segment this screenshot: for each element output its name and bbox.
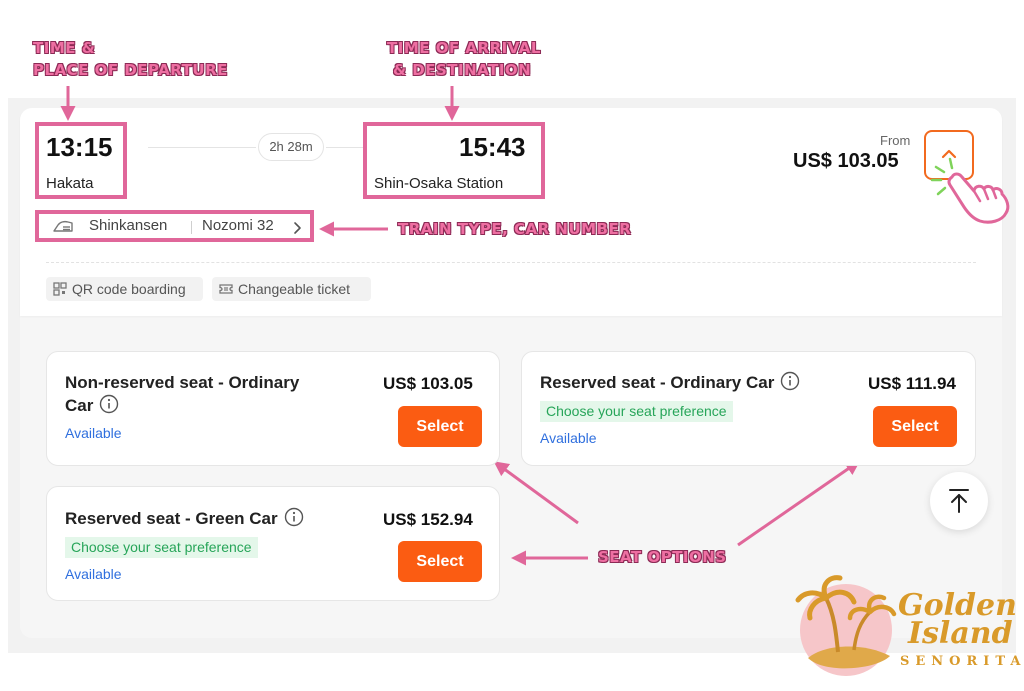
from-label: From xyxy=(880,133,911,148)
train-name[interactable]: Nozomi 32 xyxy=(202,217,274,234)
seat-card-reserved-green: Reserved seat - Green Car Choose your se… xyxy=(46,486,500,601)
golden-island-logo: Golden Island SENORITA xyxy=(790,570,1020,685)
seat-title-line2-text: Car xyxy=(65,396,94,415)
arrow-seat-1 xyxy=(493,461,579,525)
availability-status: Available xyxy=(65,566,122,582)
departure-time: 13:15 xyxy=(46,132,113,162)
seat-title: Non-reserved seat - Ordinary Car xyxy=(65,371,299,417)
select-button[interactable]: Select xyxy=(398,541,482,582)
train-info-divider xyxy=(191,221,192,234)
tag-changeable-ticket: Changeable ticket xyxy=(212,277,371,301)
seat-price: US$ 152.94 xyxy=(383,510,473,529)
info-icon[interactable] xyxy=(99,394,119,414)
tag-ticket-label: Changeable ticket xyxy=(238,281,351,297)
arrival-station: Shin-Osaka Station xyxy=(374,175,504,192)
seat-title-text: Reserved seat - Ordinary Car xyxy=(540,373,775,392)
arrival-time: 15:43 xyxy=(459,132,526,162)
seat-title-line2: Car xyxy=(65,394,299,417)
duration-line-left xyxy=(148,147,256,148)
arrow-up-to-top-icon xyxy=(949,489,969,513)
seat-preference-tag[interactable]: Choose your seat preference xyxy=(65,537,258,558)
seat-card-non-reserved: Non-reserved seat - Ordinary Car Availab… xyxy=(46,351,500,466)
seat-title-line1: Non-reserved seat - Ordinary xyxy=(65,373,300,392)
availability-status: Available xyxy=(65,425,122,441)
lowest-price: US$ 103.05 xyxy=(793,150,899,172)
train-category: Shinkansen xyxy=(89,217,168,234)
seat-card-reserved-ordinary: Reserved seat - Ordinary Car Choose your… xyxy=(521,351,976,466)
scroll-to-top-button[interactable] xyxy=(930,472,988,530)
train-icon xyxy=(53,220,73,232)
duration-line-right xyxy=(326,147,364,148)
chevron-right-icon[interactable] xyxy=(292,221,302,235)
logo-word-senorita: SENORITA xyxy=(900,654,1024,669)
select-button[interactable]: Select xyxy=(398,406,482,447)
qr-code-icon xyxy=(53,282,67,296)
info-icon[interactable] xyxy=(284,507,304,527)
palm-island-logo-icon xyxy=(795,575,897,676)
logo-word-island: Island xyxy=(908,616,1013,651)
seat-price: US$ 111.94 xyxy=(868,374,956,393)
departure-station: Hakata xyxy=(46,175,94,192)
tag-qr-label: QR code boarding xyxy=(72,281,186,297)
header-divider xyxy=(46,262,976,263)
seat-price: US$ 103.05 xyxy=(383,374,473,393)
arrow-seat-2 xyxy=(737,460,861,547)
seat-title-text: Reserved seat - Green Car xyxy=(65,509,278,528)
info-icon[interactable] xyxy=(780,371,800,391)
tag-qr-code-boarding: QR code boarding xyxy=(46,277,203,301)
hand-pointer-icon xyxy=(930,157,1010,224)
duration-badge: 2h 28m xyxy=(258,133,324,161)
seat-title: Reserved seat - Ordinary Car xyxy=(540,371,800,394)
select-button[interactable]: Select xyxy=(873,406,957,447)
availability-status: Available xyxy=(540,430,597,446)
seat-preference-tag[interactable]: Choose your seat preference xyxy=(540,401,733,422)
ticket-icon xyxy=(219,284,233,294)
seat-title: Reserved seat - Green Car xyxy=(65,507,304,530)
